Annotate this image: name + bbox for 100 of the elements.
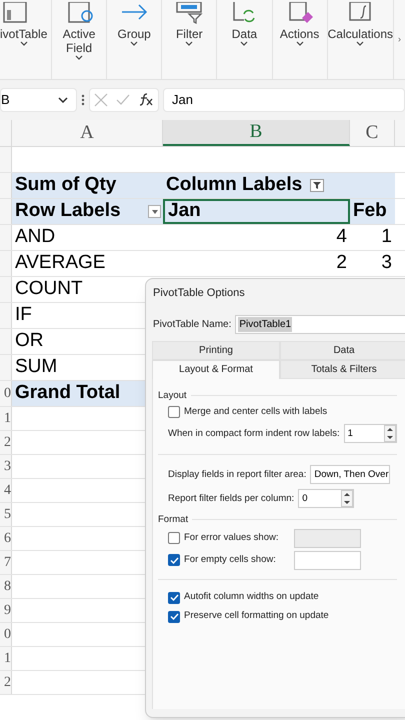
ribbon-button[interactable]: Actions bbox=[280, 27, 320, 47]
row-header[interactable]: 9 bbox=[0, 599, 12, 622]
checkbox[interactable] bbox=[168, 592, 180, 604]
text-field[interactable] bbox=[294, 528, 361, 548]
tab[interactable]: Layout & Format bbox=[152, 360, 280, 378]
row-header[interactable] bbox=[0, 303, 12, 328]
row-header[interactable] bbox=[0, 329, 12, 354]
ribbon-button[interactable]: ivotTable bbox=[0, 27, 48, 47]
chevron-down-icon bbox=[130, 41, 138, 47]
cell-text: AVERAGE bbox=[15, 251, 106, 276]
function-icon[interactable] bbox=[138, 93, 154, 107]
ribbon-button[interactable]: Filter bbox=[176, 27, 203, 47]
row-header[interactable] bbox=[0, 225, 12, 250]
row-header[interactable]: 3 bbox=[0, 455, 12, 478]
row-header[interactable] bbox=[0, 147, 12, 172]
chevron-down-icon bbox=[296, 41, 304, 47]
checkbox-label: For empty cells show: bbox=[184, 552, 277, 567]
cell-text: Row Labels bbox=[15, 199, 121, 224]
row-header[interactable]: 0 bbox=[0, 381, 12, 406]
row-header[interactable]: 1 bbox=[0, 647, 12, 670]
dropdown-field[interactable]: Down, Then Over bbox=[310, 465, 390, 484]
row-header[interactable]: 5 bbox=[0, 503, 12, 526]
field-value: Down, Then Over bbox=[314, 468, 390, 482]
checkmark-icon bbox=[170, 594, 178, 601]
cell-text: SUM bbox=[15, 355, 58, 380]
checkbox-label: Preserve cell formatting on update bbox=[184, 609, 329, 624]
ribbon-button[interactable]: Data bbox=[232, 27, 258, 47]
row-header[interactable]: 1 bbox=[0, 407, 12, 430]
chevron-down-icon bbox=[58, 97, 68, 103]
text-field[interactable] bbox=[294, 550, 361, 570]
name-field[interactable]: PivotTable1 bbox=[235, 314, 405, 334]
dialog-title: PivotTable Options bbox=[152, 286, 246, 301]
row-header[interactable]: 4 bbox=[0, 479, 12, 502]
cell-text: Grand Total bbox=[15, 381, 120, 406]
row-header[interactable]: 7 bbox=[0, 551, 12, 574]
checkbox[interactable] bbox=[168, 532, 180, 544]
row-header[interactable] bbox=[0, 355, 12, 380]
row-header[interactable] bbox=[0, 251, 12, 276]
checkbox-label: Merge and center cells with labels bbox=[184, 405, 328, 420]
spinner-arrows-icon bbox=[341, 490, 354, 508]
field-value: PivotTable1 bbox=[238, 316, 292, 332]
row-header[interactable]: 2 bbox=[0, 671, 12, 694]
row-header[interactable] bbox=[0, 277, 12, 302]
tab[interactable]: Totals & Filters bbox=[280, 360, 405, 378]
spin-field[interactable]: 0 bbox=[298, 489, 354, 508]
cell-text: Sum of Qty bbox=[15, 173, 116, 198]
section-heading: Format bbox=[158, 512, 188, 527]
tab[interactable]: Data bbox=[280, 340, 405, 360]
more-options-icon[interactable] bbox=[81, 94, 85, 106]
cell-text: 1 bbox=[381, 225, 392, 250]
row-header[interactable]: 0 bbox=[0, 623, 12, 646]
ribbon-button[interactable]: Group bbox=[118, 27, 151, 47]
cell-text: 2 bbox=[336, 251, 347, 276]
row-header[interactable]: 2 bbox=[0, 431, 12, 454]
chevron-down-icon bbox=[20, 41, 28, 47]
cell-text: Feb bbox=[353, 199, 387, 224]
field-label: PivotTable Name: bbox=[153, 318, 232, 332]
row-header[interactable]: 6 bbox=[0, 527, 12, 550]
chevron-down-icon bbox=[356, 41, 364, 47]
section-heading: Layout bbox=[158, 388, 187, 402]
formula-input[interactable]: Jan bbox=[163, 88, 405, 112]
column-header[interactable]: B bbox=[163, 120, 350, 146]
field-label: Display fields in report filter area: bbox=[168, 468, 306, 482]
row-header[interactable] bbox=[0, 173, 12, 198]
selected-cell[interactable]: Jan bbox=[163, 199, 350, 224]
cell-text: Column Labels bbox=[166, 173, 302, 198]
row-header[interactable] bbox=[0, 199, 12, 224]
checkmark-icon bbox=[170, 613, 178, 620]
name-box[interactable]: B bbox=[0, 88, 77, 112]
tab[interactable]: Printing bbox=[152, 340, 280, 360]
checkbox[interactable] bbox=[168, 406, 180, 418]
field-label: Report filter fields per column: bbox=[168, 492, 294, 506]
checkmark-icon bbox=[170, 556, 178, 564]
cell-text: 3 bbox=[381, 251, 392, 276]
checkbox[interactable] bbox=[168, 554, 180, 566]
cell-text: COUNT bbox=[15, 277, 83, 302]
check-icon[interactable] bbox=[116, 94, 130, 106]
row-header[interactable]: 8 bbox=[0, 575, 12, 598]
caret-icon bbox=[152, 210, 158, 214]
filter-icon bbox=[175, 2, 204, 24]
cell-text: AND bbox=[15, 225, 56, 250]
cell-text: Jan bbox=[168, 199, 201, 224]
filter-dropdown-button[interactable] bbox=[310, 179, 324, 192]
more-button[interactable]: › bbox=[394, 32, 401, 46]
cancel-icon[interactable] bbox=[94, 93, 108, 107]
cell-reference: B bbox=[1, 91, 10, 110]
field-label: When in compact form indent row labels: bbox=[168, 426, 340, 441]
spin-field[interactable]: 1 bbox=[344, 424, 397, 444]
spinner-arrows-icon bbox=[384, 425, 396, 442]
ribbon-button[interactable]: Calculations bbox=[328, 27, 393, 47]
ribbon-button[interactable]: Active Field bbox=[62, 27, 96, 61]
chevron-down-icon bbox=[185, 41, 194, 47]
cell-text: 4 bbox=[336, 225, 347, 250]
cell-text: OR bbox=[15, 329, 44, 354]
checkbox[interactable] bbox=[168, 610, 180, 622]
chevron-down-icon bbox=[240, 41, 248, 47]
chevron-down-icon bbox=[75, 55, 84, 61]
dropdown-button[interactable] bbox=[148, 205, 161, 218]
field-value: 1 bbox=[348, 426, 354, 441]
column-header[interactable]: C bbox=[350, 120, 395, 146]
